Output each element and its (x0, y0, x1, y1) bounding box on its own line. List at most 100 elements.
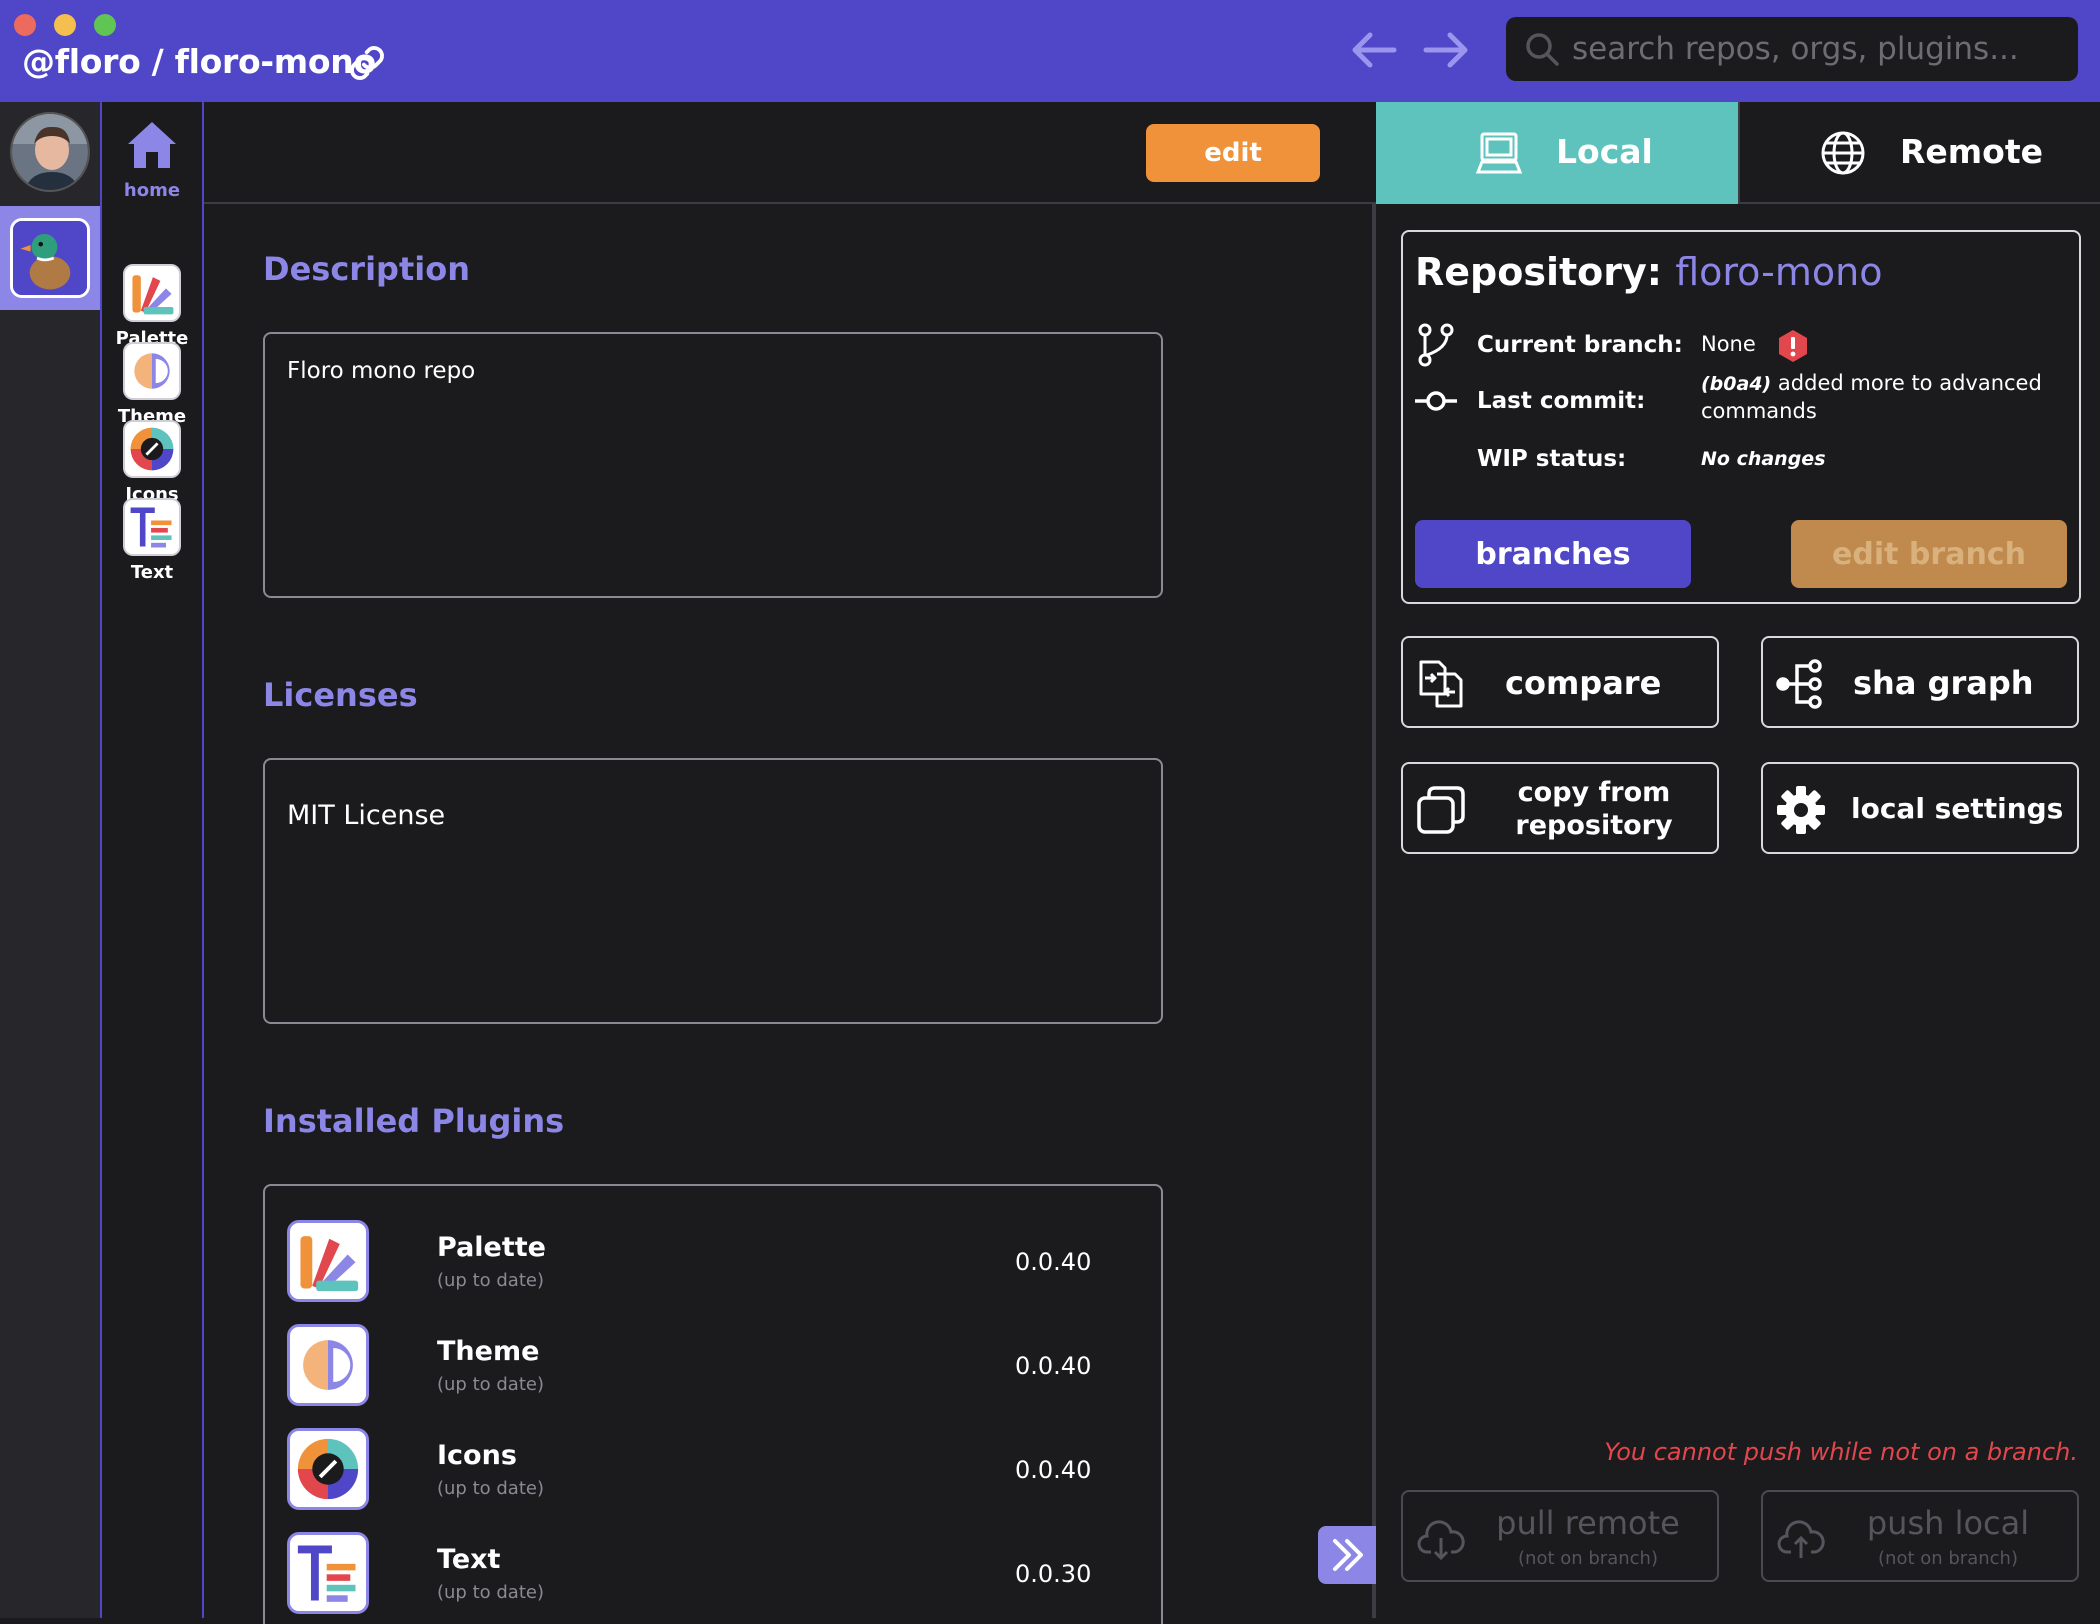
description-text: Floro mono repo (287, 358, 476, 384)
compare-button[interactable]: compare (1401, 636, 1719, 728)
search-input[interactable] (1572, 25, 2062, 73)
copy-from-repository-button[interactable]: copy from repository (1401, 762, 1719, 854)
branches-button[interactable]: branches (1415, 520, 1691, 588)
wip-status-value: No changes (1701, 448, 1826, 470)
last-commit-label: Last commit: (1477, 388, 1646, 414)
push-local-label: push local (1866, 1504, 2030, 1542)
main-content: edit Description Floro mono repo License… (204, 102, 1376, 1624)
copy-from-label: copy from repository (1489, 776, 1699, 842)
tab-local[interactable]: Local (1376, 102, 1738, 204)
text-plugin-icon (123, 498, 181, 556)
description-box: Floro mono repo (263, 332, 1163, 598)
plugin-status: (up to date) (437, 1374, 544, 1395)
edit-branch-button[interactable]: edit branch (1791, 520, 2067, 588)
local-settings-label: local settings (1851, 792, 2064, 825)
plugin-version: 0.0.40 (1015, 1352, 1092, 1380)
plugin-row[interactable]: Palette (up to date) 0.0.40 (287, 1220, 1147, 1304)
tab-remote-label: Remote (1900, 132, 2044, 171)
cloud-download-icon (1417, 1520, 1465, 1561)
gear-icon (1777, 786, 1825, 834)
plugin-version: 0.0.40 (1015, 1248, 1092, 1276)
back-arrow-icon[interactable] (1350, 28, 1398, 72)
plugin-nav-home[interactable]: home (102, 114, 202, 201)
installed-plugins-box: Palette (up to date) 0.0.40 Theme (up to… (263, 1184, 1163, 1624)
palette-icon (123, 264, 181, 322)
pull-remote-button[interactable]: pull remote (not on branch) (1401, 1490, 1719, 1582)
window-minimize-button[interactable] (54, 14, 76, 36)
theme-icon (123, 342, 181, 400)
plugin-status: (up to date) (437, 1582, 544, 1603)
current-branch-label: Current branch: (1477, 332, 1683, 358)
warning-icon (1779, 330, 1807, 362)
plugin-name: Palette (437, 1232, 546, 1263)
double-chevron-right-icon (1333, 1539, 1363, 1571)
laptop-icon (1475, 132, 1523, 174)
last-commit-sha: (b0a4) (1701, 373, 1772, 395)
link-icon[interactable] (348, 44, 386, 82)
text-plugin-icon (287, 1532, 369, 1614)
plugin-row[interactable]: Theme (up to date) 0.0.40 (287, 1324, 1147, 1408)
forward-arrow-icon[interactable] (1422, 28, 1470, 72)
window-maximize-button[interactable] (94, 14, 116, 36)
icons-plugin-icon (123, 420, 181, 478)
repository-card: Repository: floro-mono Current branch: N… (1401, 230, 2081, 604)
compare-label: compare (1505, 664, 1662, 702)
plugin-name: Theme (437, 1336, 540, 1367)
plugin-version: 0.0.30 (1015, 1560, 1092, 1588)
copy-icon (1417, 786, 1465, 834)
tab-remote[interactable]: Remote (1738, 102, 2100, 204)
palette-icon (287, 1220, 369, 1302)
home-icon (128, 122, 176, 168)
edit-button[interactable]: edit (1146, 124, 1320, 182)
last-commit-message: added more to advanced (1777, 371, 2042, 395)
sha-graph-button[interactable]: sha graph (1761, 636, 2079, 728)
search-icon (1526, 33, 1559, 66)
main-toolbar: edit (204, 102, 1376, 204)
title-bar: @floro / floro-mono (0, 0, 2100, 102)
window-close-button[interactable] (14, 14, 36, 36)
pull-remote-label: pull remote (1496, 1504, 1680, 1542)
plugin-nav-text[interactable]: Text (102, 498, 202, 583)
repo-control-panel: Local Remote Repository: floro-mono Curr… (1376, 102, 2100, 1618)
copy-from-label-line1: copy from (1517, 777, 1671, 808)
wip-status-label: WIP status: (1477, 446, 1627, 472)
plugin-nav-icons[interactable]: Icons (102, 420, 202, 505)
plugin-status: (up to date) (437, 1270, 544, 1291)
licenses-title: Licenses (263, 676, 418, 714)
description-title: Description (263, 250, 470, 288)
plugin-row[interactable]: Icons (up to date) 0.0.40 (287, 1428, 1147, 1512)
tab-local-label: Local (1556, 132, 1653, 171)
commit-icon (1415, 391, 1457, 411)
repo-path: @floro / floro-mono (22, 42, 376, 81)
sha-graph-label: sha graph (1853, 664, 2034, 702)
plugin-status: (up to date) (437, 1478, 544, 1499)
compare-icon (1419, 660, 1463, 708)
repo-selector-active[interactable] (0, 206, 100, 310)
expand-panel-button[interactable] (1318, 1526, 1376, 1584)
branch-icon (1418, 323, 1454, 367)
globe-icon (1821, 131, 1865, 175)
plugin-rail: home Palette Theme Icons Text (102, 102, 204, 1618)
repository-label: Repository: (1415, 250, 1662, 294)
pull-remote-sub: (not on branch) (1518, 1548, 1658, 1569)
plugin-nav-theme[interactable]: Theme (102, 342, 202, 427)
plugin-row[interactable]: Text (up to date) 0.0.30 (287, 1532, 1147, 1616)
repository-name[interactable]: floro-mono (1675, 250, 1882, 294)
licenses-box: MIT License (263, 758, 1163, 1024)
cloud-upload-icon (1777, 1520, 1825, 1558)
push-local-button[interactable]: push local (not on branch) (1761, 1490, 2079, 1582)
push-warning-text: You cannot push while not on a branch. (1604, 1438, 2078, 1466)
plugin-nav-palette[interactable]: Palette (102, 264, 202, 349)
plugin-nav-label: home (123, 180, 181, 201)
current-branch-value: None (1701, 332, 1756, 356)
plugin-name: Text (437, 1544, 501, 1575)
repository-heading: Repository: floro-mono (1415, 250, 1882, 294)
avatar[interactable] (10, 112, 90, 192)
last-commit-value: (b0a4) added more to advanced commands (1701, 370, 2071, 425)
search-bar (1506, 17, 2078, 81)
account-rail (0, 102, 102, 1618)
license-text: MIT License (287, 800, 446, 831)
local-settings-button[interactable]: local settings (1761, 762, 2079, 854)
installed-plugins-title: Installed Plugins (263, 1102, 565, 1140)
plugin-nav-label: Text (130, 562, 174, 583)
